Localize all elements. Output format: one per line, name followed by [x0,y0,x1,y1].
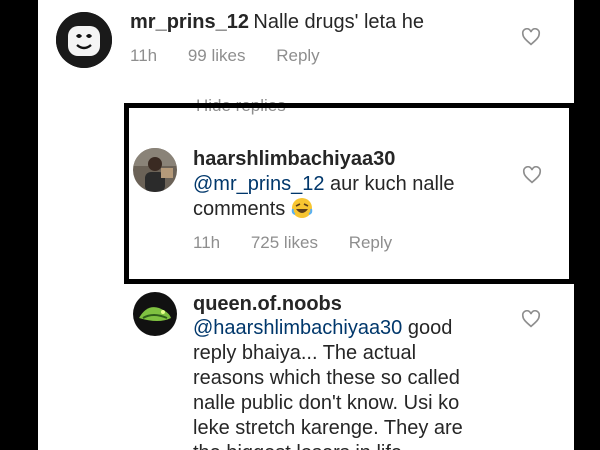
mention-link[interactable]: @haarshlimbachiyaa30 [193,317,402,339]
avatar[interactable] [133,292,177,336]
game-logo-avatar-icon [133,292,177,336]
heart-icon[interactable] [521,310,541,328]
highlight-box [124,103,574,284]
comment-meta: 11h 99 likes Reply [130,46,346,66]
reply-button[interactable]: Reply [276,46,319,66]
marshmello-avatar-icon [56,12,112,68]
comment-time: 11h [130,46,158,65]
comment-body-line: the biggest losers in life [193,441,513,450]
comment-body-line: leke stretch karenge. They are [193,417,463,439]
comment-body-line: reasons which these so called [193,367,460,389]
comment-body: Nalle drugs' leta he [253,11,425,33]
avatar[interactable] [56,12,112,68]
comment-username[interactable]: queen.of.noobs [193,293,513,316]
comments-screen: mr_prins_12 Nalle drugs' leta he 11h 99 … [38,0,574,450]
comment-body-line: nalle public don't know. Usi ko [193,392,460,414]
comment-likes[interactable]: 99 likes [188,46,246,66]
comment-body: good [402,317,453,339]
comment-text: queen.of.noobs @haarshlimbachiyaa30 good… [193,293,513,450]
comment-body-line: reply bhaiya... The actual [193,342,417,364]
comment-username[interactable]: mr_prins_12 [130,11,249,33]
heart-icon[interactable] [521,28,541,46]
comment-text: mr_prins_12 Nalle drugs' leta he [130,10,424,35]
